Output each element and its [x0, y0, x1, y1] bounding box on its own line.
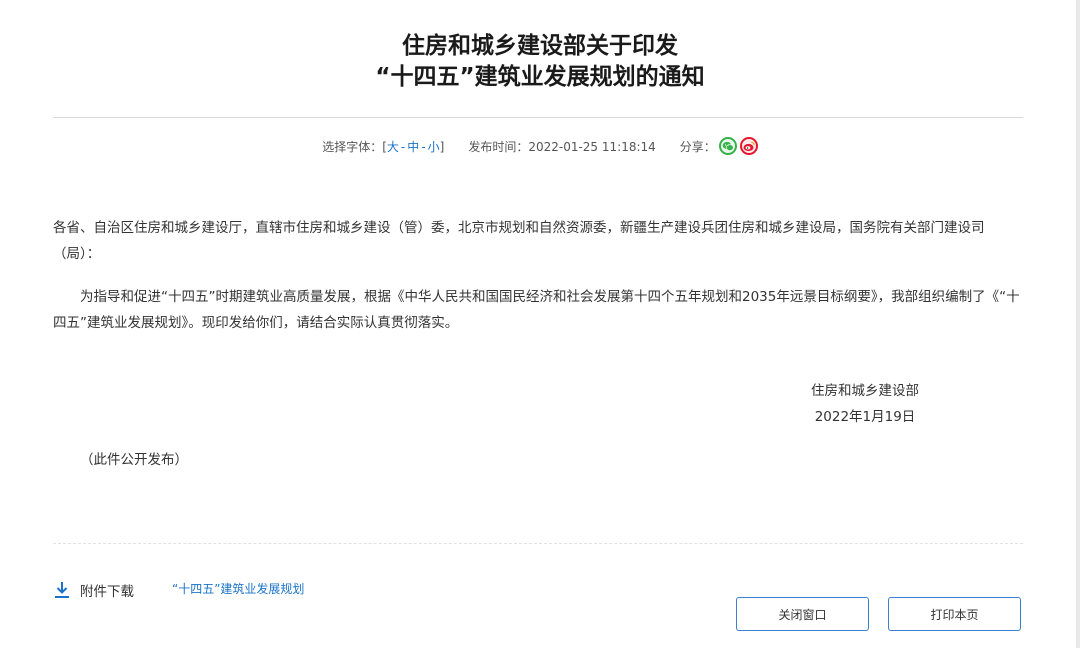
- font-small-link[interactable]: 小: [428, 140, 440, 154]
- wechat-icon[interactable]: [718, 137, 737, 155]
- font-size-bracket: ]: [439, 139, 445, 154]
- publish-info: 发布时间：2022-01-25 11:18:14: [468, 138, 655, 155]
- share-label: 分享：: [679, 139, 716, 154]
- download-icon: [55, 582, 69, 598]
- font-large-link[interactable]: 大: [387, 140, 399, 154]
- publication-note: （此件公开发布）: [80, 452, 188, 468]
- attachment-label: 附件下载: [80, 584, 134, 600]
- print-page-button[interactable]: 打印本页: [888, 597, 1021, 631]
- font-medium-link[interactable]: 中: [407, 140, 419, 154]
- signature-org: 住房和城乡建设部: [811, 383, 919, 399]
- attachment-link[interactable]: “十四五”建筑业发展规划: [172, 580, 304, 597]
- article-meta-bar: 选择字体：[大 - 中 - 小] 发布时间：2022-01-25 11:18:14 分享…: [0, 135, 1080, 157]
- font-separator: -: [421, 139, 426, 154]
- page-title-line-1: 住房和城乡建设部关于印发: [402, 33, 678, 59]
- font-size-label: 选择字体：[: [322, 139, 387, 154]
- attachment-section: 附件下载 “十四五”建筑业发展规划: [53, 578, 304, 602]
- content-divider: [53, 543, 1023, 544]
- publish-label: 发布时间：: [468, 139, 529, 154]
- page-title-line-2: “十四五”建筑业发展规划的通知: [375, 64, 705, 90]
- body-paragraph-addressees: 各省、自治区住房和城乡建设厅，直辖市住房和城乡建设（管）委，北京市规划和自然资源…: [53, 220, 985, 262]
- close-window-button[interactable]: 关闭窗口: [736, 597, 869, 631]
- font-separator: -: [400, 139, 406, 154]
- weibo-icon[interactable]: [739, 137, 758, 155]
- font-size-selector: 选择字体：[大 - 中 - 小]: [322, 138, 444, 155]
- page-edge-divider: [1076, 0, 1080, 648]
- title-divider: [53, 117, 1023, 118]
- publish-time: 2022-01-25 11:18:14: [528, 139, 656, 154]
- signature-date: 2022年1月19日: [814, 409, 916, 425]
- body-paragraph-main: 为指导和促进“十四五”时期建筑业高质量发展，根据《中华人民共和国国民经济和社会发…: [53, 289, 1020, 331]
